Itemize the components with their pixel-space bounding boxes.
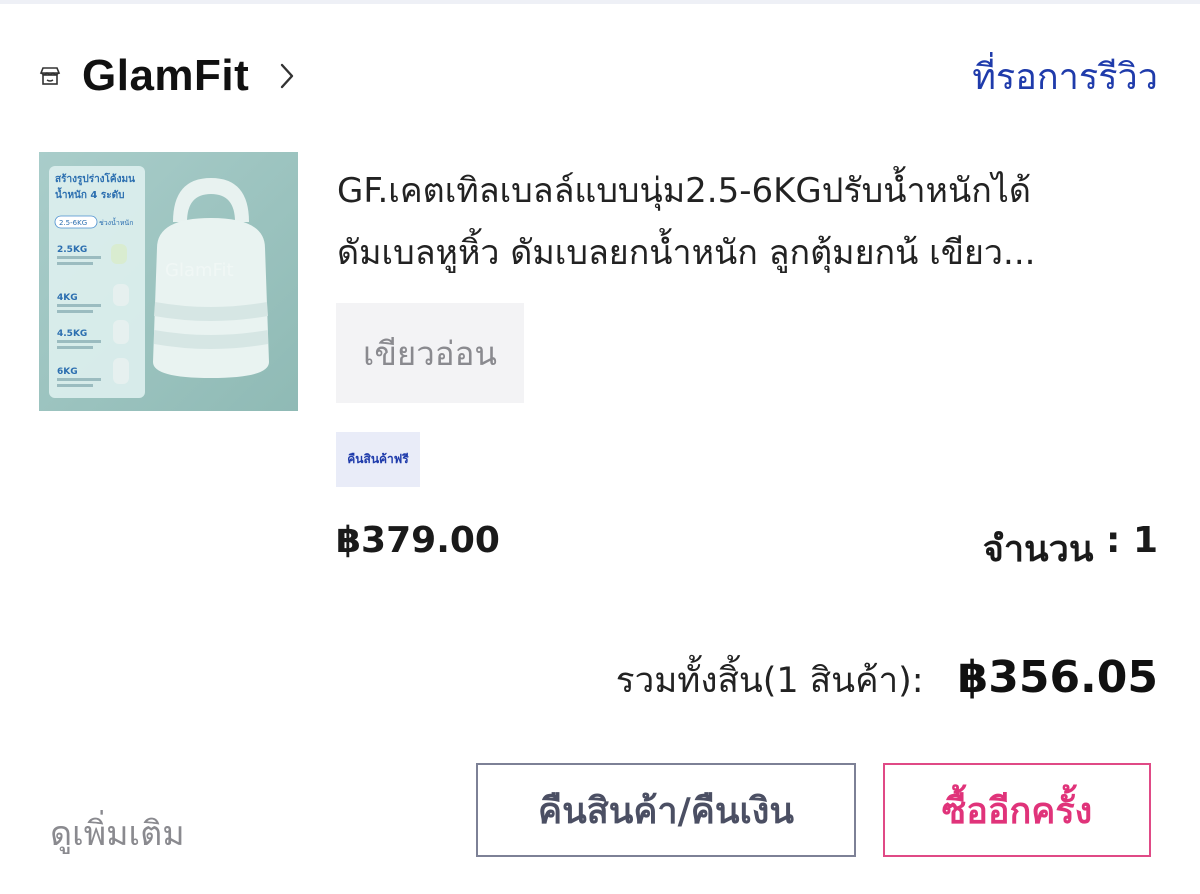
total-label: รวมทั้งสิ้น(1 สินค้า): xyxy=(615,661,924,701)
image-level-3: 4.5KG xyxy=(57,329,87,339)
product-title-line-1: GF.เคตเทิลเบลล์แบบนุ่ม2.5-6KGปรับน้ำหนัก… xyxy=(337,171,1031,211)
image-headline1: สร้างรูปร่างโค้งมน xyxy=(55,172,135,186)
shop-header[interactable]: GlamFit xyxy=(38,44,295,108)
chevron-right-icon[interactable] xyxy=(279,62,295,90)
order-status: ที่รอการรีวิว xyxy=(972,57,1158,98)
top-divider xyxy=(0,0,1200,4)
shop-icon xyxy=(38,64,62,88)
free-return-badge: คืนสินค้าฟรี xyxy=(336,432,420,487)
variant-label: เขียวอ่อน xyxy=(336,303,524,403)
product-title[interactable]: GF.เคตเทิลเบลล์แบบนุ่ม2.5-6KGปรับน้ำหนัก… xyxy=(337,160,1167,284)
image-level-1: 2.5KG xyxy=(57,245,87,255)
image-level-4: 6KG xyxy=(57,367,78,377)
total-value: ฿356.05 xyxy=(957,652,1158,703)
return-refund-button[interactable]: คืนสินค้า/คืนเงิน xyxy=(476,763,856,857)
buy-again-button[interactable]: ซื้ออีกครั้ง xyxy=(883,763,1151,857)
quantity-value: 1 xyxy=(1132,520,1158,561)
image-headline2: น้ำหนัก 4 ระดับ xyxy=(55,187,124,201)
see-more-link[interactable]: ดูเพิ่มเติม xyxy=(50,806,185,860)
image-level-2: 4KG xyxy=(57,293,78,303)
product-image[interactable]: สร้างรูปร่างโค้งมน น้ำหนัก 4 ระดับ 2.5-6… xyxy=(39,152,298,411)
image-watermark: GlamFit xyxy=(165,260,234,281)
image-range-pill: 2.5-6KG xyxy=(59,219,87,227)
shop-name[interactable]: GlamFit xyxy=(82,51,249,101)
product-title-line-2: ดัมเบลหูหิ้ว ดัมเบลยกน้ำหนัก ลูกตุ้มยกน้… xyxy=(337,233,1036,273)
quantity-separator: : xyxy=(1093,520,1133,561)
item-price: ฿379.00 xyxy=(336,520,500,561)
order-total: รวมทั้งสิ้น(1 สินค้า): ฿356.05 xyxy=(616,652,1158,708)
quantity: จำนวน : 1 xyxy=(983,520,1158,577)
quantity-label: จำนวน xyxy=(982,529,1094,570)
